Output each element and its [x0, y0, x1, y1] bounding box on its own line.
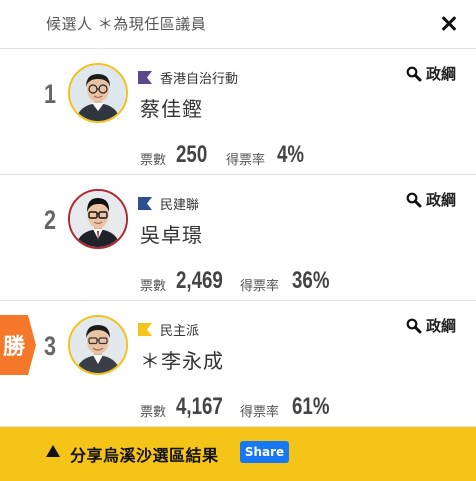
header-title: 候選人 ＊為現任區議員	[46, 15, 207, 33]
rate-label: 得票率	[240, 405, 280, 420]
share-arrow-icon	[46, 445, 60, 457]
search-icon	[406, 66, 422, 81]
candidate-card: 1 香港自治行動 蔡佳鏗 政綱 票數 250 得票率 4%	[0, 49, 476, 175]
candidate-rank: 3	[44, 331, 57, 361]
rate-value: 4%	[277, 141, 305, 168]
votes-value: 4,167	[176, 393, 223, 420]
candidate-rank: 2	[44, 205, 57, 235]
modal-header: 候選人 ＊為現任區議員	[0, 0, 476, 49]
candidate-card: 3 民主派 ＊李永成 政綱 票數 4,167 得票率 61%	[0, 301, 476, 427]
manifesto-label: 政綱	[425, 65, 456, 83]
manifesto-link[interactable]: 政綱	[406, 189, 456, 210]
search-icon	[406, 192, 422, 207]
search-icon	[406, 318, 422, 333]
candidate-card: 2 民建聯 吳卓璟 政綱 票數 2,469 得票率 36%	[0, 175, 476, 301]
rate-value: 61%	[292, 393, 330, 420]
winner-badge: 勝	[0, 315, 36, 375]
party-flag-icon	[138, 323, 152, 336]
candidate-rank: 1	[44, 79, 57, 109]
share-button[interactable]: Share	[240, 441, 289, 463]
party-name: 民建聯	[160, 198, 200, 213]
avatar	[68, 189, 128, 249]
party-flag-icon	[138, 197, 152, 210]
votes-label: 票數	[140, 153, 167, 168]
manifesto-label: 政綱	[425, 191, 456, 209]
manifesto-link[interactable]: 政綱	[406, 63, 456, 84]
votes-label: 票數	[140, 279, 167, 294]
share-bar: 分享烏溪沙選區結果 Share	[0, 427, 476, 481]
rate-value: 36%	[292, 267, 330, 294]
winner-badge-label: 勝	[3, 335, 26, 360]
votes-label: 票數	[140, 405, 167, 420]
avatar	[68, 63, 128, 123]
share-text: 分享烏溪沙選區結果	[70, 446, 219, 465]
close-icon[interactable]	[436, 10, 462, 36]
avatar	[68, 315, 128, 375]
votes-value: 2,469	[176, 267, 223, 294]
manifesto-link[interactable]: 政綱	[406, 315, 456, 336]
candidate-name: 吳卓璟	[140, 223, 203, 247]
party-flag-icon	[138, 71, 152, 84]
party-name: 民主派	[160, 324, 200, 339]
rate-label: 得票率	[240, 279, 280, 294]
party-name: 香港自治行動	[160, 72, 239, 87]
candidate-name: 蔡佳鏗	[140, 97, 203, 121]
candidate-name: ＊李永成	[140, 349, 224, 373]
manifesto-label: 政綱	[425, 317, 456, 335]
votes-value: 250	[176, 141, 208, 168]
rate-label: 得票率	[226, 153, 266, 168]
